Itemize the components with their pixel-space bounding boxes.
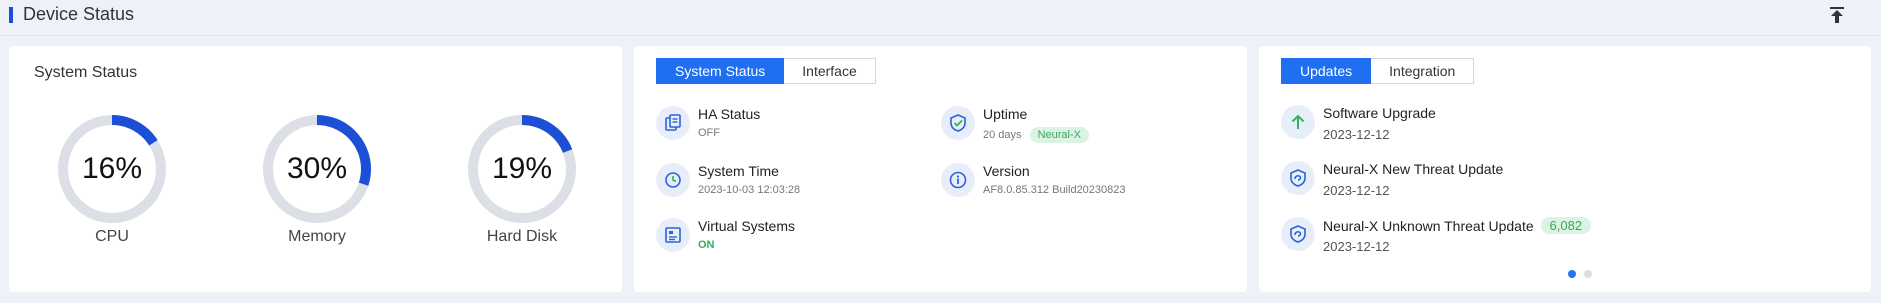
virtual-systems-value: ON	[698, 239, 715, 251]
system-time-value: 2023-10-03 12:03:28	[698, 184, 801, 196]
threat-count-badge: 6,082	[1540, 217, 1592, 234]
software-upgrade-title: Software Upgrade	[1323, 105, 1436, 121]
tab-system-status[interactable]: System Status	[656, 58, 785, 84]
version-title: Version	[983, 163, 1030, 179]
virtual-systems-icon	[656, 218, 690, 252]
cpu-label: CPU	[95, 228, 129, 245]
system-time-title: System Time	[698, 163, 779, 179]
updates-card: Updates Integration Software Upgrade 202…	[1259, 46, 1871, 292]
system-status-card: System Status 16% CPU 30% Memory 19% Har…	[9, 46, 622, 292]
hard-disk-gauge: 19% Hard Disk	[467, 114, 577, 254]
memory-percent: 30%	[286, 152, 348, 185]
section-header: Device Status	[0, 0, 1881, 36]
ha-status-icon	[656, 106, 690, 140]
uptime-title: Uptime	[983, 106, 1028, 122]
card-title: System Status	[34, 64, 138, 81]
new-threat-update-date: 2023-12-12	[1323, 183, 1390, 198]
tab-interface[interactable]: Interface	[784, 58, 876, 84]
cpu-percent: 16%	[81, 152, 143, 185]
neural-x-badge: Neural-X	[1029, 127, 1089, 143]
version-value: AF8.0.85.312 Build20230823	[983, 184, 1126, 196]
cpu-gauge: 16% CPU	[57, 114, 167, 254]
uptime-value-row: 20 days Neural-X	[983, 127, 1089, 143]
updates-tabs: Updates Integration	[1281, 58, 1475, 84]
memory-label: Memory	[288, 228, 346, 245]
unknown-threat-update-date: 2023-12-12	[1323, 239, 1390, 254]
page-dot-2[interactable]	[1584, 270, 1592, 278]
unknown-threat-update-title: Neural-X Unknown Threat Update	[1323, 218, 1534, 234]
overview-tabs: System Status Interface	[656, 58, 876, 84]
page-dot-1[interactable]	[1568, 270, 1576, 278]
pagination-dots	[1568, 270, 1600, 278]
tab-updates[interactable]: Updates	[1281, 58, 1372, 84]
memory-gauge: 30% Memory	[262, 114, 372, 254]
section-title: Device Status	[23, 4, 135, 24]
info-icon	[941, 163, 975, 197]
ha-status-value: OFF	[698, 127, 720, 139]
virtual-systems-title: Virtual Systems	[698, 218, 795, 234]
clock-icon	[656, 163, 690, 197]
collapse-up-icon[interactable]	[1826, 4, 1848, 26]
software-upgrade-date: 2023-12-12	[1323, 127, 1390, 142]
system-overview-card: System Status Interface HA Status OFF Up…	[634, 46, 1247, 292]
hard-disk-percent: 19%	[491, 152, 553, 185]
unknown-threat-update-title-row: Neural-X Unknown Threat Update 6,082	[1323, 217, 1592, 234]
hard-disk-label: Hard Disk	[486, 228, 558, 245]
shield-check-icon	[941, 106, 975, 140]
header-accent-bar	[9, 7, 13, 23]
new-threat-update-title: Neural-X New Threat Update	[1323, 161, 1504, 177]
tab-integration[interactable]: Integration	[1371, 58, 1475, 84]
shield-icon	[1281, 217, 1315, 251]
arrow-up-icon	[1281, 105, 1315, 139]
ha-status-title: HA Status	[698, 106, 761, 122]
uptime-value: 20 days	[983, 129, 1022, 141]
shield-icon	[1281, 161, 1315, 195]
